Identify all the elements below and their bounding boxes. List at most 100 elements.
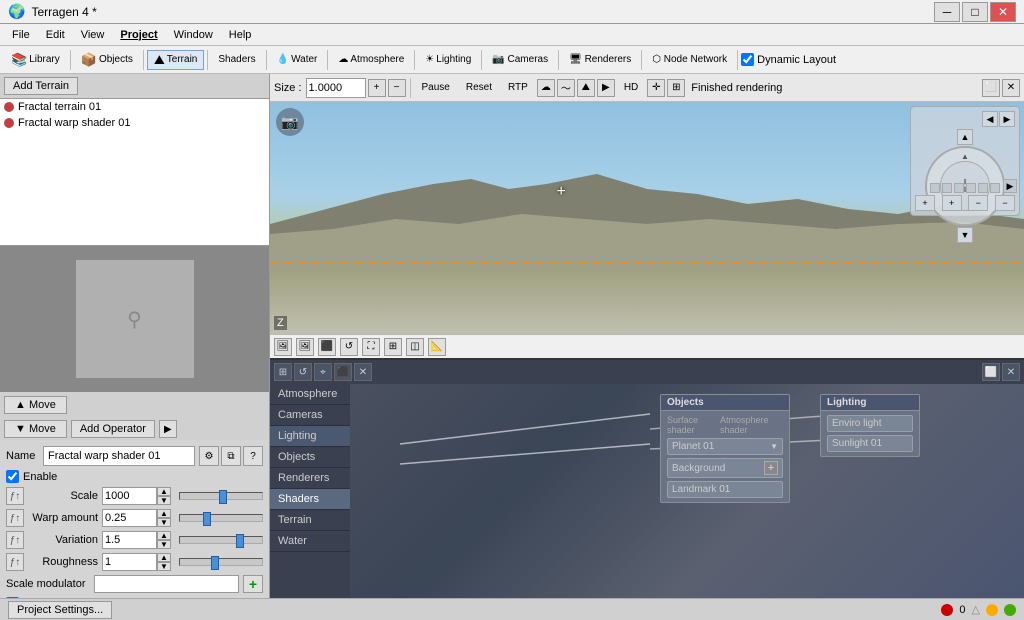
dynamic-layout-checkbox[interactable] <box>741 53 754 66</box>
add-operator-arrow[interactable]: ▶ <box>159 420 177 438</box>
project-settings-button[interactable]: Project Settings... <box>8 601 112 619</box>
roughness-input[interactable] <box>102 553 157 571</box>
terrain-btn2[interactable]: ⛰ <box>577 79 595 97</box>
sunlight-node[interactable]: Sunlight 01 <box>827 435 913 452</box>
variation-down-btn[interactable]: ▼ <box>157 540 171 549</box>
toolbar-water[interactable]: 💧 Water <box>270 52 325 67</box>
toolbar-atmosphere[interactable]: ☁ Atmosphere <box>331 52 411 67</box>
node-tb-btn-2[interactable]: ↺ <box>294 363 312 381</box>
cloud-btn[interactable]: ☁ <box>537 79 555 97</box>
toolbar-lighting[interactable]: ☀ Lighting <box>418 52 478 67</box>
warp-input[interactable] <box>102 509 157 527</box>
view-status-btn-2[interactable]: 🖼 <box>296 338 314 356</box>
warp-up-btn[interactable]: ▲ <box>157 509 171 518</box>
cat-cameras[interactable]: Cameras <box>270 405 350 426</box>
landmark-node[interactable]: Landmark 01 <box>667 481 783 498</box>
menu-window[interactable]: Window <box>166 27 221 43</box>
warp-icon-btn[interactable]: ƒ↑ <box>6 509 24 527</box>
planet-node[interactable]: Planet 01 ▼ <box>667 438 783 455</box>
view-status-btn-1[interactable]: 🖼 <box>274 338 292 356</box>
nav-strip-btn-1[interactable] <box>930 183 940 193</box>
size-input[interactable] <box>306 78 366 98</box>
view-expand-btn[interactable]: ⬜ <box>982 79 1000 97</box>
node-tb-btn-1[interactable]: ⊞ <box>274 363 292 381</box>
scale-slider[interactable] <box>179 492 263 500</box>
scale-up-btn[interactable]: ▲ <box>157 487 171 496</box>
nav-strip-btn-6[interactable] <box>990 183 1000 193</box>
hd-button[interactable]: HD <box>617 79 645 96</box>
nav-strip-end-btn[interactable]: ▶ <box>1003 179 1017 193</box>
toolbar-terrain[interactable]: ⛰ Terrain <box>147 50 205 70</box>
size-sub-btn[interactable]: − <box>388 79 406 97</box>
nav-zoom-in2-btn[interactable]: + <box>942 195 962 211</box>
variation-input[interactable] <box>102 531 157 549</box>
nav-right-btn[interactable]: ▶ <box>999 111 1015 127</box>
dynamic-layout-checkbox-label[interactable]: Dynamic Layout <box>741 53 836 66</box>
add-terrain-button[interactable]: Add Terrain <box>4 77 78 95</box>
view-status-btn-5[interactable]: ⛶ <box>362 338 380 356</box>
add-operator-button[interactable]: Add Operator <box>71 420 155 438</box>
scale-input[interactable] <box>102 487 157 505</box>
window-controls[interactable]: ─ □ ✕ <box>934 2 1016 22</box>
nav-left-btn[interactable]: ◀ <box>982 111 998 127</box>
nav-down-btn[interactable]: ▼ <box>957 227 973 243</box>
name-input[interactable] <box>43 446 195 466</box>
reset-button[interactable]: Reset <box>459 79 499 96</box>
cat-terrain[interactable]: Terrain <box>270 510 350 531</box>
name-help-btn[interactable]: ? <box>243 446 263 466</box>
terrain-item-2[interactable]: Fractal warp shader 01 <box>0 115 269 131</box>
nav-strip-btn-5[interactable] <box>978 183 988 193</box>
view-status-btn-8[interactable]: 📐 <box>428 338 446 356</box>
enable-checkbox[interactable] <box>6 470 19 483</box>
lighting-node[interactable]: Lighting Enviro light Sunlight 01 <box>820 394 920 457</box>
scale-mod-add-btn[interactable]: + <box>243 575 263 593</box>
nav-strip-btn-4[interactable] <box>966 183 976 193</box>
node-tb-expand-btn[interactable]: ⬜ <box>982 363 1000 381</box>
move-up-button[interactable]: ▲ Move <box>4 396 67 414</box>
minimize-button[interactable]: ─ <box>934 2 960 22</box>
nav-strip-btn-3[interactable] <box>954 183 964 193</box>
toolbar-library[interactable]: 📚 Library <box>4 50 67 70</box>
nav-cube[interactable]: ◀ ▶ ▲ ✛ ▲ ▼ <box>910 106 1020 216</box>
node-tb-btn-4[interactable]: ⬛ <box>334 363 352 381</box>
view-status-btn-6[interactable]: ⊞ <box>384 338 402 356</box>
rtp-button[interactable]: RTP <box>501 79 535 96</box>
enviro-light-node[interactable]: Enviro light <box>827 415 913 432</box>
view-close-btn[interactable]: ✕ <box>1002 79 1020 97</box>
cat-shaders[interactable]: Shaders <box>270 489 350 510</box>
cat-renderers[interactable]: Renderers <box>270 468 350 489</box>
water-btn[interactable]: 〜 <box>557 79 575 97</box>
node-tb-btn-5[interactable]: ✕ <box>354 363 372 381</box>
menu-edit[interactable]: Edit <box>38 27 73 43</box>
toolbar-shaders[interactable]: Shaders <box>211 52 262 67</box>
nav-zoom-out2-btn[interactable]: − <box>995 195 1015 211</box>
cat-objects[interactable]: Objects <box>270 447 350 468</box>
menu-help[interactable]: Help <box>221 27 260 43</box>
cat-lighting[interactable]: Lighting <box>270 426 350 447</box>
roughness-up-btn[interactable]: ▲ <box>157 553 171 562</box>
pause-button[interactable]: Pause <box>415 79 457 96</box>
view-status-btn-3[interactable]: ⬛ <box>318 338 336 356</box>
move-down-button[interactable]: ▼ Move <box>4 420 67 438</box>
terrain-item-1[interactable]: Fractal terrain 01 <box>0 99 269 115</box>
variation-icon-btn[interactable]: ƒ↑ <box>6 531 24 549</box>
menu-project[interactable]: Project <box>112 27 165 43</box>
scale-mod-field[interactable] <box>94 575 240 593</box>
view-status-btn-7[interactable]: ◫ <box>406 338 424 356</box>
roughness-down-btn[interactable]: ▼ <box>157 562 171 571</box>
toolbar-cameras[interactable]: 📷 Cameras <box>485 52 555 67</box>
nav-zoom-out-btn[interactable]: − <box>968 195 988 211</box>
objects-node[interactable]: Objects Surface shader Atmosphere shader… <box>660 394 790 503</box>
view-status-btn-4[interactable]: ↺ <box>340 338 358 356</box>
variation-slider[interactable] <box>179 536 263 544</box>
size-add-btn[interactable]: + <box>368 79 386 97</box>
nav-zoom-in-btn[interactable]: + <box>915 195 935 211</box>
roughness-icon-btn[interactable]: ƒ↑ <box>6 553 24 571</box>
close-button[interactable]: ✕ <box>990 2 1016 22</box>
menu-file[interactable]: File <box>4 27 38 43</box>
nav-strip-btn-2[interactable] <box>942 183 952 193</box>
warp-slider[interactable] <box>179 514 263 522</box>
render-btn[interactable]: ▶ <box>597 79 615 97</box>
roughness-slider[interactable] <box>179 558 263 566</box>
nav-up-btn[interactable]: ▲ <box>957 129 973 145</box>
